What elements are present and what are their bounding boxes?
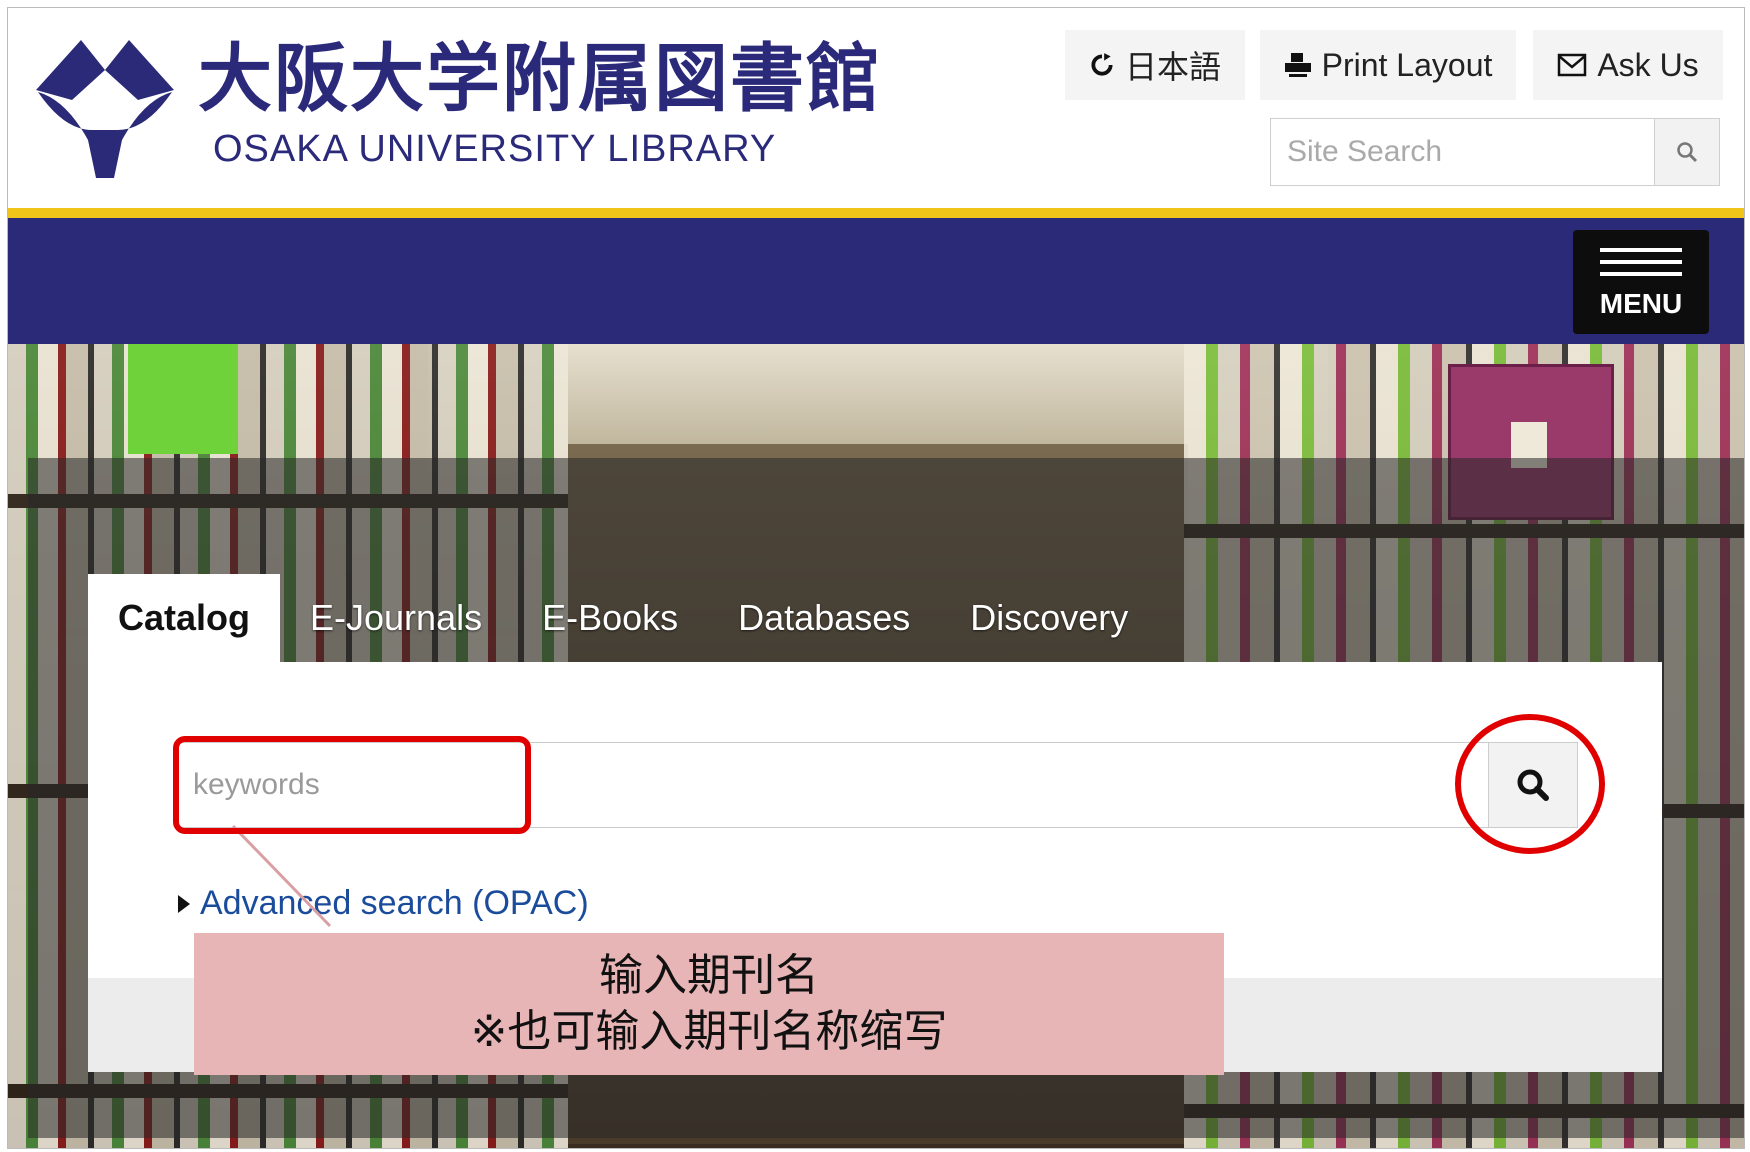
annotation-line-2: ※也可输入期刊名称缩写 <box>470 1006 948 1057</box>
search-button-highlight <box>1455 714 1605 854</box>
keyword-input-highlight <box>173 736 531 834</box>
annotation-line-1: 输入期刊名 <box>599 950 819 1001</box>
page-frame: 大阪大学附属図書館 OSAKA UNIVERSITY LIBRARY 日本語 P… <box>7 7 1745 1149</box>
annotation-callout: 输入期刊名 ※也可输入期刊名称缩写 <box>194 933 1224 1075</box>
